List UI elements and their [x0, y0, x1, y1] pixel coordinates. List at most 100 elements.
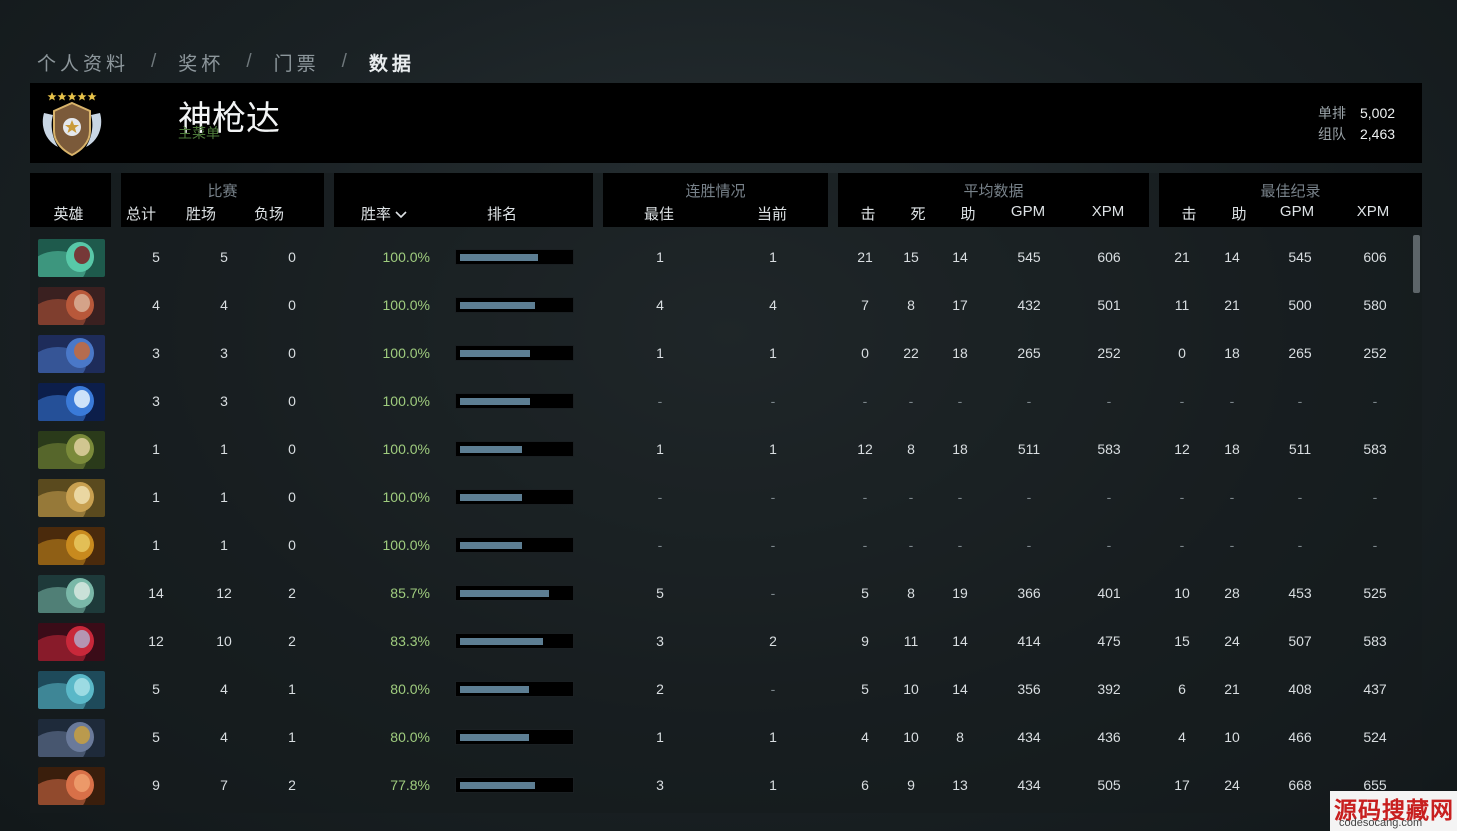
column-header-avg-xpm[interactable]: XPM — [1088, 203, 1128, 220]
column-header-losses[interactable]: 负场 — [250, 203, 288, 224]
avg-kills-cell: 4 — [861, 729, 869, 745]
streak-current-cell: - — [770, 489, 776, 505]
hero-portrait-pale-queen-icon[interactable] — [38, 623, 105, 661]
avg-kills-cell: 21 — [857, 249, 873, 265]
column-header-best-assists[interactable]: 助 — [1227, 203, 1251, 224]
column-header-streak-current[interactable]: 当前 — [752, 203, 792, 224]
wins-cell: 4 — [220, 297, 228, 313]
avg-xpm-cell: - — [1106, 537, 1112, 553]
hero-portrait-hooded-tinker-icon[interactable] — [38, 719, 105, 757]
table-row[interactable]: 3 3 0 100.0% - - - - - - - - - - - — [30, 378, 1414, 426]
breadcrumb-separator: / — [246, 51, 252, 72]
best-gpm-cell: 545 — [1288, 249, 1312, 265]
table-row[interactable]: 3 3 0 100.0% 1 1 0 22 18 265 252 0 18 265 252 — [30, 330, 1414, 378]
table-row[interactable]: 12 10 2 83.3% 3 2 9 11 14 414 475 15 24 507 583 — [30, 618, 1414, 666]
total-cell: 12 — [148, 633, 164, 649]
hero-portrait-golden-warrior-icon[interactable] — [38, 527, 105, 565]
rank-bar-fill — [460, 590, 549, 597]
hero-portrait-teal-female-icon[interactable] — [38, 239, 105, 277]
best-assists-cell: - — [1229, 537, 1235, 553]
best-kills-cell: 6 — [1178, 681, 1186, 697]
streak-best-cell: 1 — [656, 441, 664, 457]
column-header-best-xpm[interactable]: XPM — [1353, 203, 1393, 220]
table-row[interactable]: 4 4 0 100.0% 4 4 7 8 17 432 501 11 21 500 580 — [30, 282, 1414, 330]
winrate-cell: 100.0% — [382, 441, 430, 457]
breadcrumb-separator: / — [341, 51, 347, 72]
rank-bar-fill — [460, 734, 529, 741]
streak-best-cell: 3 — [656, 777, 664, 793]
avg-kills-cell: 7 — [861, 297, 869, 313]
rank-bar — [455, 489, 574, 505]
hero-portrait-ice-dragon-icon[interactable] — [38, 671, 105, 709]
rank-bar-fill — [460, 782, 535, 789]
column-header-best-gpm[interactable]: GPM — [1277, 203, 1317, 220]
rank-bar — [455, 681, 574, 697]
losses-cell: 1 — [288, 681, 296, 697]
hero-portrait-horned-druid-icon[interactable] — [38, 575, 105, 613]
avg-xpm-cell: 252 — [1097, 345, 1121, 361]
column-header-streak-best[interactable]: 最佳 — [639, 203, 679, 224]
best-assists-cell: 14 — [1224, 249, 1240, 265]
best-gpm-cell: 265 — [1288, 345, 1312, 361]
best-kills-cell: 0 — [1178, 345, 1186, 361]
avg-kills-cell: - — [862, 537, 868, 553]
avg-gpm-cell: 414 — [1017, 633, 1041, 649]
column-header-total[interactable]: 总计 — [123, 203, 159, 224]
streak-best-cell: 5 — [656, 585, 664, 601]
avg-gpm-cell: 366 — [1017, 585, 1041, 601]
breadcrumb-profile[interactable]: 个人资料 — [37, 49, 129, 76]
rank-bar — [455, 777, 574, 793]
hero-portrait-red-brute-icon[interactable] — [38, 767, 105, 805]
hero-portrait-light-spirit-icon[interactable] — [38, 383, 105, 421]
mmr-party-value: 2,463 — [1360, 126, 1396, 142]
table-row[interactable]: 1 1 0 100.0% 1 1 12 8 18 511 583 12 18 511 583 — [30, 426, 1414, 474]
group-header-matches: 比赛 — [207, 183, 238, 200]
losses-cell: 0 — [288, 489, 296, 505]
best-assists-cell: 24 — [1224, 777, 1240, 793]
total-cell: 14 — [148, 585, 164, 601]
rank-bar-fill — [460, 686, 529, 693]
table-row[interactable]: 9 7 2 77.8% 3 1 6 9 13 434 505 17 24 668 655 — [30, 762, 1414, 810]
streak-best-cell: - — [657, 537, 663, 553]
rank-bar — [455, 537, 574, 553]
avg-assists-cell: 8 — [956, 729, 964, 745]
table-row[interactable]: 5 4 1 80.0% 1 1 4 10 8 434 436 4 10 466 524 — [30, 714, 1414, 762]
column-header-avg-assists[interactable]: 助 — [956, 203, 980, 224]
mmr-party: 组队 2,463 — [1318, 124, 1396, 145]
column-header-avg-gpm[interactable]: GPM — [1008, 203, 1048, 220]
total-cell: 3 — [152, 393, 160, 409]
best-xpm-cell: 583 — [1363, 441, 1387, 457]
table-row[interactable]: 1 1 0 100.0% - - - - - - - - - - - — [30, 522, 1414, 570]
breadcrumb-stats[interactable]: 数据 — [369, 49, 415, 76]
table-row[interactable]: 5 4 1 80.0% 2 - 5 10 14 356 392 6 21 408 437 — [30, 666, 1414, 714]
table-row[interactable]: 1 1 0 100.0% - - - - - - - - - - - — [30, 474, 1414, 522]
avg-kills-cell: 12 — [857, 441, 873, 457]
hero-portrait-armored-rider-icon[interactable] — [38, 335, 105, 373]
hero-portrait-monkey-icon[interactable] — [38, 287, 105, 325]
losses-cell: 0 — [288, 249, 296, 265]
hero-portrait-bearded-elder-icon[interactable] — [38, 479, 105, 517]
total-cell: 3 — [152, 345, 160, 361]
column-header-avg-deaths[interactable]: 死 — [906, 203, 930, 224]
table-row[interactable]: 14 12 2 85.7% 5 - 5 8 19 366 401 10 28 453 525 — [30, 570, 1414, 618]
column-header-rank[interactable]: 排名 — [479, 203, 525, 224]
column-header-wins[interactable]: 胜场 — [182, 203, 220, 224]
mmr-solo: 单排 5,002 — [1318, 103, 1396, 124]
avg-deaths-cell: - — [908, 537, 914, 553]
column-header-avg-kills[interactable]: 击 — [856, 203, 880, 224]
best-gpm-cell: 408 — [1288, 681, 1312, 697]
hero-portrait-nature-prophet-icon[interactable] — [38, 431, 105, 469]
best-gpm-cell: 507 — [1288, 633, 1312, 649]
column-header-best-kills[interactable]: 击 — [1177, 203, 1201, 224]
column-header-hero[interactable]: 英雄 — [30, 203, 107, 224]
table-row[interactable]: 5 5 0 100.0% 1 1 21 15 14 545 606 21 14 545 606 — [30, 234, 1414, 282]
column-header-winrate[interactable]: 胜率 — [352, 203, 416, 224]
breadcrumb-trophies[interactable]: 奖杯 — [178, 49, 224, 76]
total-cell: 9 — [152, 777, 160, 793]
best-kills-cell: - — [1179, 537, 1185, 553]
avg-deaths-cell: - — [908, 393, 914, 409]
streak-current-cell: 4 — [769, 297, 777, 313]
breadcrumb-tickets[interactable]: 门票 — [274, 49, 320, 76]
scrollbar-thumb[interactable] — [1413, 235, 1420, 293]
losses-cell: 0 — [288, 441, 296, 457]
